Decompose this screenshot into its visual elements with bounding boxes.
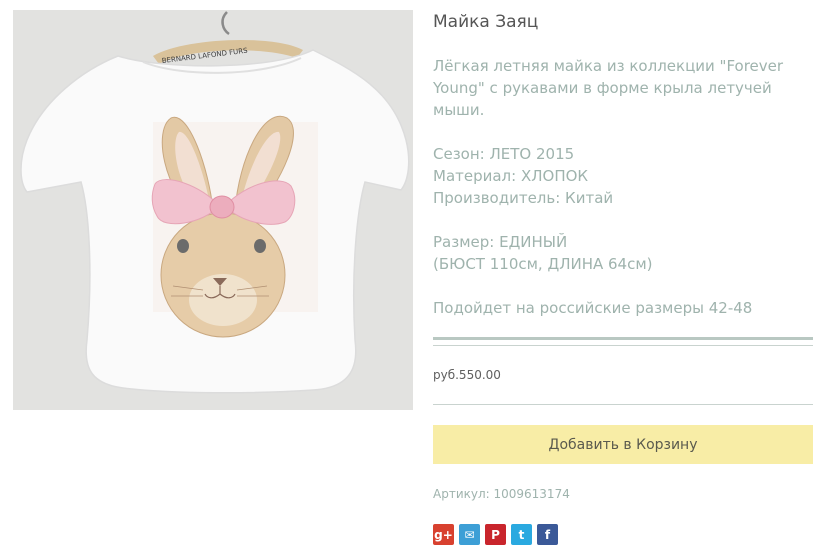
product-price: руб.550.00 [433,368,501,382]
size-text: Размер: ЕДИНЫЙ [433,233,568,251]
product-sku: Артикул: 1009613174 [433,487,570,501]
twitter-icon[interactable]: t [511,524,532,545]
divider [433,404,813,405]
description-text: Лёгкая летняя майка из коллекции "Foreve… [433,57,784,119]
season-text: Сезон: ЛЕТО 2015 [433,145,575,163]
add-to-cart-button[interactable]: Добавить в Корзину [433,425,813,464]
social-share-bar: g+ ✉ Pt f [433,524,558,545]
odnoklassniki-icon[interactable]: ✉ [459,524,480,545]
product-title: Майка Заяц [433,12,539,32]
pinterest-icon[interactable]: P [485,524,506,545]
divider [433,345,813,346]
facebook-icon[interactable]: f [537,524,558,545]
fit-note-text: Подойдет на российские размеры 42-48 [433,299,753,317]
tshirt-illustration: BERNARD LAFOND FURS [13,10,413,410]
measurements-text: (БЮСТ 110см, ДЛИНА 64см) [433,255,653,273]
google-plus-icon[interactable]: g+ [433,524,454,545]
material-text: Материал: ХЛОПОК [433,167,589,185]
manufacturer-text: Производитель: Китай [433,189,614,207]
product-image[interactable]: BERNARD LAFOND FURS [13,10,413,410]
divider [433,337,813,340]
product-description: Лёгкая летняя майка из коллекции "Foreve… [433,55,793,319]
